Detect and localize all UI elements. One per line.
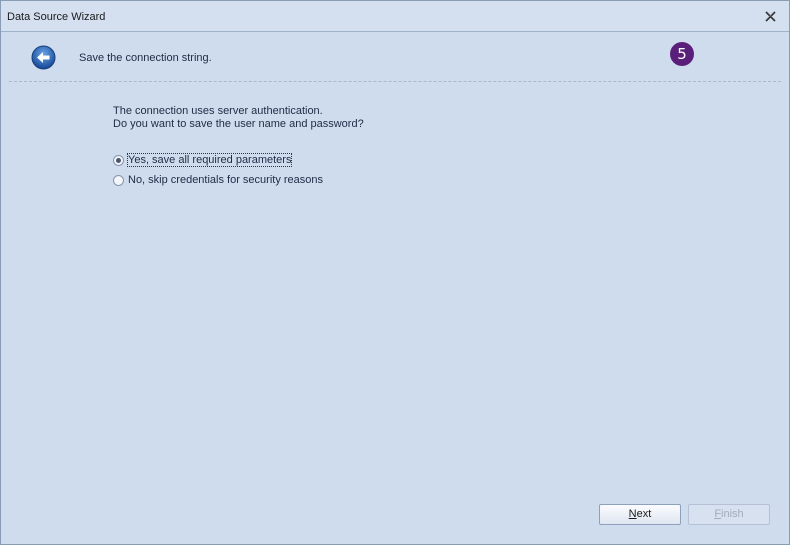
- next-access-key: N: [628, 508, 637, 520]
- finish-label-rest: inish: [721, 508, 744, 520]
- question-line-2: Do you want to save the user name and pa…: [113, 118, 364, 130]
- radio-label-save: Yes, save all required parameters: [126, 153, 293, 167]
- close-icon[interactable]: [764, 10, 777, 23]
- page-title: Save the connection string.: [79, 52, 212, 64]
- radio-label-skip: No, skip credentials for security reason…: [128, 174, 324, 186]
- wizard-header: Save the connection string. 5: [9, 32, 781, 82]
- next-button[interactable]: Next: [599, 504, 681, 525]
- wizard-window: Data Source Wizard Save the connection s…: [0, 0, 790, 545]
- wizard-content: Save the connection string. 5 The connec…: [9, 32, 781, 537]
- finish-button[interactable]: Finish: [688, 504, 770, 525]
- back-arrow-icon[interactable]: [31, 45, 56, 70]
- question-line-1: The connection uses server authenticatio…: [113, 105, 323, 117]
- radio-skip-credentials[interactable]: No, skip credentials for security reason…: [113, 172, 323, 188]
- radio-button-unchecked[interactable]: [113, 174, 124, 186]
- title-bar[interactable]: Data Source Wizard: [1, 1, 789, 32]
- auth-question: The connection uses server authenticatio…: [113, 105, 364, 131]
- window-title: Data Source Wizard: [7, 11, 106, 23]
- radio-save-credentials[interactable]: Yes, save all required parameters: [113, 152, 293, 168]
- step-number-badge: 5: [670, 42, 694, 66]
- radio-button-checked[interactable]: [113, 154, 124, 166]
- next-label-rest: ext: [636, 508, 652, 520]
